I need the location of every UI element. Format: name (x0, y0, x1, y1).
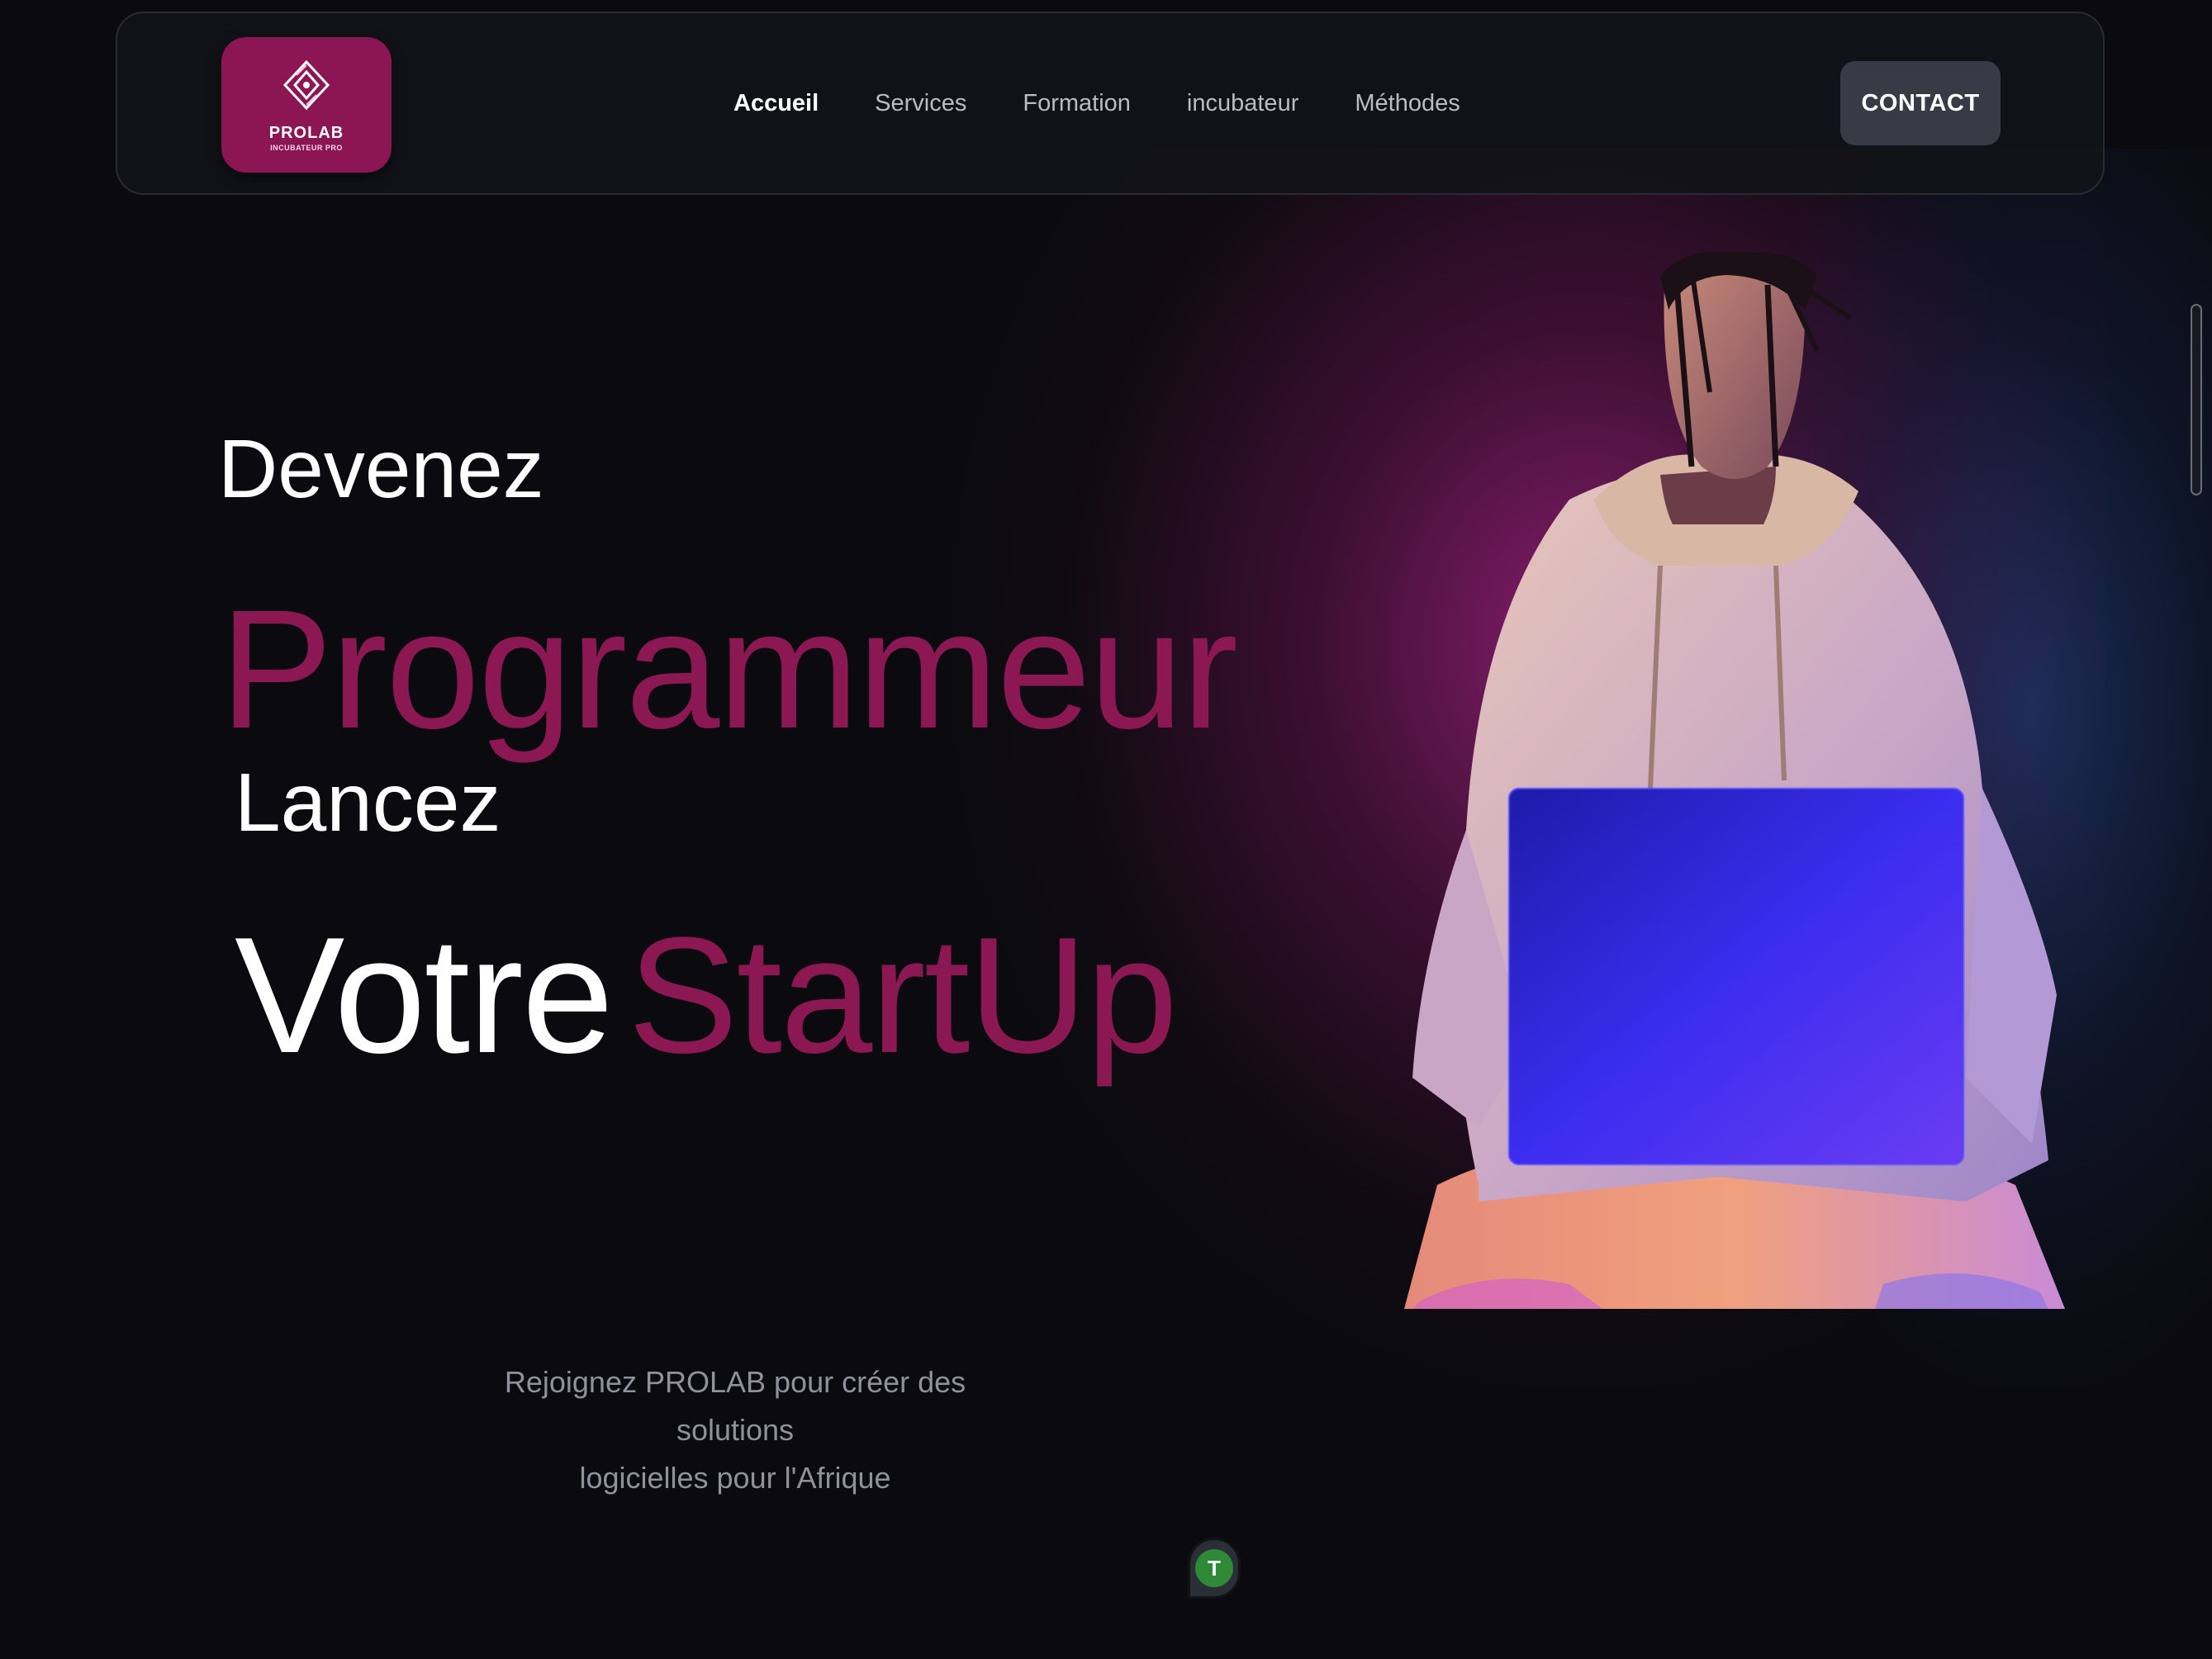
hero-person-image (1388, 250, 2073, 1313)
logo-title: PROLAB (268, 123, 344, 142)
hero-startup: StartUp (628, 903, 1178, 1088)
logo-subtitle: INCUBATEUR PRO (270, 143, 343, 152)
diamond-logo-icon (280, 59, 333, 121)
hero-subtitle: Rejoignez PROLAB pour créer des solution… (446, 1358, 1024, 1502)
prolab-logo[interactable]: PROLAB INCUBATEUR PRO (221, 37, 392, 173)
nav-link-accueil[interactable]: Accueil (733, 90, 819, 117)
landing-page: PROLAB INCUBATEUR PRO Accueil Services F… (0, 0, 2212, 1659)
hero-votre: Votre (235, 903, 614, 1088)
hero-lancez: Lancez (235, 756, 501, 849)
top-navbar: PROLAB INCUBATEUR PRO Accueil Services F… (116, 12, 2105, 195)
user-initial-avatar[interactable]: T (1188, 1538, 1241, 1599)
nav-link-incubateur[interactable]: incubateur (1187, 90, 1298, 117)
nav-link-formation[interactable]: Formation (1023, 90, 1131, 117)
nav-link-services[interactable]: Services (875, 90, 966, 117)
hero-programmeur: Programmeur (220, 575, 1238, 764)
hero-subtitle-line2: logicielles pour l'Afrique (579, 1461, 891, 1495)
contact-button[interactable]: CONTACT (1840, 61, 2001, 145)
page-scrollbar[interactable] (2191, 304, 2202, 495)
nav-link-methodes[interactable]: Méthodes (1355, 90, 1460, 117)
hero-devenez: Devenez (218, 423, 544, 515)
hero-subtitle-line1: Rejoignez PROLAB pour créer des solution… (504, 1365, 966, 1447)
nav-links: Accueil Services Formation incubateur Mé… (733, 13, 1517, 193)
avatar-initial: T (1195, 1549, 1233, 1587)
